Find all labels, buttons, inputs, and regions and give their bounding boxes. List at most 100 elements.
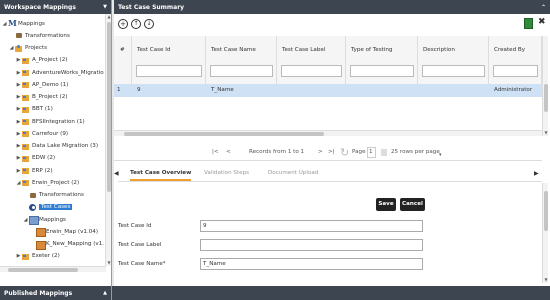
expand-arrow-icon[interactable]: ▶ [16,82,21,88]
scroll-up-icon[interactable]: ▲ [106,14,112,20]
expand-arrow-icon[interactable]: ▶ [16,106,21,112]
detail-vertical-scrollbar[interactable]: ▼ [542,183,548,283]
column-header[interactable]: Test Case Label [277,36,346,88]
tree-node[interactable]: ▶ AdventureWorks_Migration ( [16,67,104,78]
field-input[interactable]: T_Name [200,258,423,270]
column-filter-input[interactable] [281,65,342,77]
first-page-button[interactable]: |< [212,149,219,155]
tree-vertical-scrollbar[interactable]: ▲ ▼ [105,14,111,266]
excel-export-icon[interactable] [524,18,533,29]
expand-arrow-icon[interactable]: ▶ [16,143,21,149]
column-filter-input[interactable] [493,65,538,77]
tree-node[interactable]: ▶ EDW (2) [16,153,55,164]
refresh-icon[interactable]: ↻ [340,146,349,159]
expand-arrow-icon[interactable]: ▶ [16,168,21,174]
grid-vertical-scrollbar[interactable]: ▼ [542,36,548,136]
tree-node[interactable]: ◢ Erwin_Project (2) [16,177,79,188]
collapse-icon[interactable]: ▼ [103,4,107,10]
close-icon[interactable]: ✖ [538,17,546,27]
tree-node[interactable]: ◢ Mappings [2,18,45,29]
transformations-icon [15,32,23,39]
summary-toolbar: + ↑ ↓ ✖ [114,14,550,34]
tree-node[interactable]: Transformations [23,190,84,201]
tree-node[interactable]: ▶ Carrefour (9) [16,128,68,139]
cancel-button[interactable]: Cancel [400,198,425,211]
rows-per-page-select[interactable]: 25 rows per page [391,149,440,155]
expand-arrow-icon[interactable]: ▶ [16,253,21,259]
column-header[interactable]: Test Case Id [132,36,206,88]
tree-node[interactable]: K_New_Mapping (v1. [30,239,104,250]
next-page-button[interactable]: > [318,149,323,155]
project-folder-icon [22,118,30,125]
column-filter-input[interactable] [350,65,414,77]
rows-dropdown-icon[interactable]: ▾ [439,152,442,158]
add-icon[interactable]: + [118,19,128,29]
project-folder-icon [22,179,30,187]
detail-scroll-thumb[interactable] [544,191,548,231]
tree-node[interactable]: ▶ BBT (1) [16,104,53,115]
scroll-down-icon[interactable]: ▼ [106,260,112,266]
tree-node[interactable]: ▶ B_Project (2) [16,92,67,103]
rows-select-icon[interactable] [381,149,387,156]
expand-icon[interactable]: ⌃ [541,4,546,11]
field-input[interactable]: 9 [200,220,423,232]
grid-hscroll-thumb[interactable] [124,132,324,136]
tree-node[interactable]: ▶ Exeter (2) [16,251,60,262]
tree-horizontal-scrollbar[interactable] [0,266,106,272]
scroll-thumb[interactable] [107,22,111,192]
collapse-arrow-icon[interactable]: ◢ [16,180,21,186]
tree-node[interactable]: ▶ Data Lake Migration (3) [16,141,98,152]
column-filter-input[interactable] [210,65,273,77]
workspace-mappings-header[interactable]: Workspace Mappings ▼ [0,0,111,14]
last-page-button[interactable]: >| [328,149,335,155]
tree-node[interactable]: Erwin_Map (v1.04) [30,226,98,238]
tree-node[interactable]: ◢ Mappings [23,214,66,225]
expand-arrow-icon[interactable]: ▶ [16,119,21,125]
collapse-arrow-icon[interactable]: ◢ [2,21,7,27]
column-filter-input[interactable] [422,65,485,77]
column-header[interactable]: Test Case Name [206,36,277,88]
table-row[interactable]: 1 9 T_Name Administrator [114,84,542,97]
column-header[interactable]: Type of Testing [346,36,418,88]
tab-document-upload[interactable]: Document Upload [268,170,318,176]
tab-validation-steps[interactable]: Validation Steps [204,170,249,176]
tree-node[interactable]: Test Cases [23,202,73,213]
grid-scroll-thumb[interactable] [544,84,548,112]
expand-arrow-icon[interactable]: ▶ [16,94,21,100]
tree-node-label: Mappings [18,20,45,27]
column-header[interactable]: Created By [489,36,542,88]
project-folder-icon [22,143,30,150]
tab-test-case-overview[interactable]: Test Case Overview [130,170,192,181]
move-up-icon[interactable]: ↑ [131,19,141,29]
tree-node[interactable]: ▶ A_Project (2) [16,55,67,66]
expand-arrow-icon[interactable]: ▶ [16,70,21,76]
tree-node[interactable]: ◢ Projects [9,43,47,54]
detail-scroll-down-icon[interactable]: ▼ [543,277,549,283]
grid-scroll-down-icon[interactable]: ▼ [543,130,549,136]
page-input[interactable]: 1 [367,147,376,158]
collapse-arrow-icon[interactable]: ◢ [23,217,28,223]
grid-horizontal-scrollbar[interactable] [114,130,542,136]
pager: |< < Records from 1 to 1 > >| ↻ Page 1 2… [114,146,542,160]
column-header-label: Test Case Id [137,47,171,53]
tree-node[interactable]: ▶ BFSIIntegration (1) [16,116,85,127]
expand-arrow-icon[interactable]: ▶ [16,57,21,63]
expand-up-icon[interactable]: ▲ [103,290,107,296]
prev-page-button[interactable]: < [226,149,231,155]
field-input[interactable] [200,239,423,251]
tree-node[interactable]: Transformations [9,30,70,41]
expand-arrow-icon[interactable]: ▶ [16,131,21,137]
tree-node[interactable]: ▶ ERP (2) [16,165,53,176]
hscroll-thumb[interactable] [8,268,78,272]
published-mappings-header[interactable]: Published Mappings ▲ [0,286,112,300]
tree-node-label: B_Project (2) [32,94,68,100]
project-folder-icon [22,155,30,162]
tree-node[interactable]: ▶ AP_Demo (1) [16,79,68,90]
column-header[interactable]: Description [418,36,489,88]
move-down-icon[interactable]: ↓ [144,19,154,29]
collapse-arrow-icon[interactable]: ◢ [9,45,14,51]
column-filter-input[interactable] [136,65,202,77]
column-header[interactable]: # [114,36,132,88]
expand-arrow-icon[interactable]: ▶ [16,155,21,161]
save-button[interactable]: Save [376,198,396,211]
